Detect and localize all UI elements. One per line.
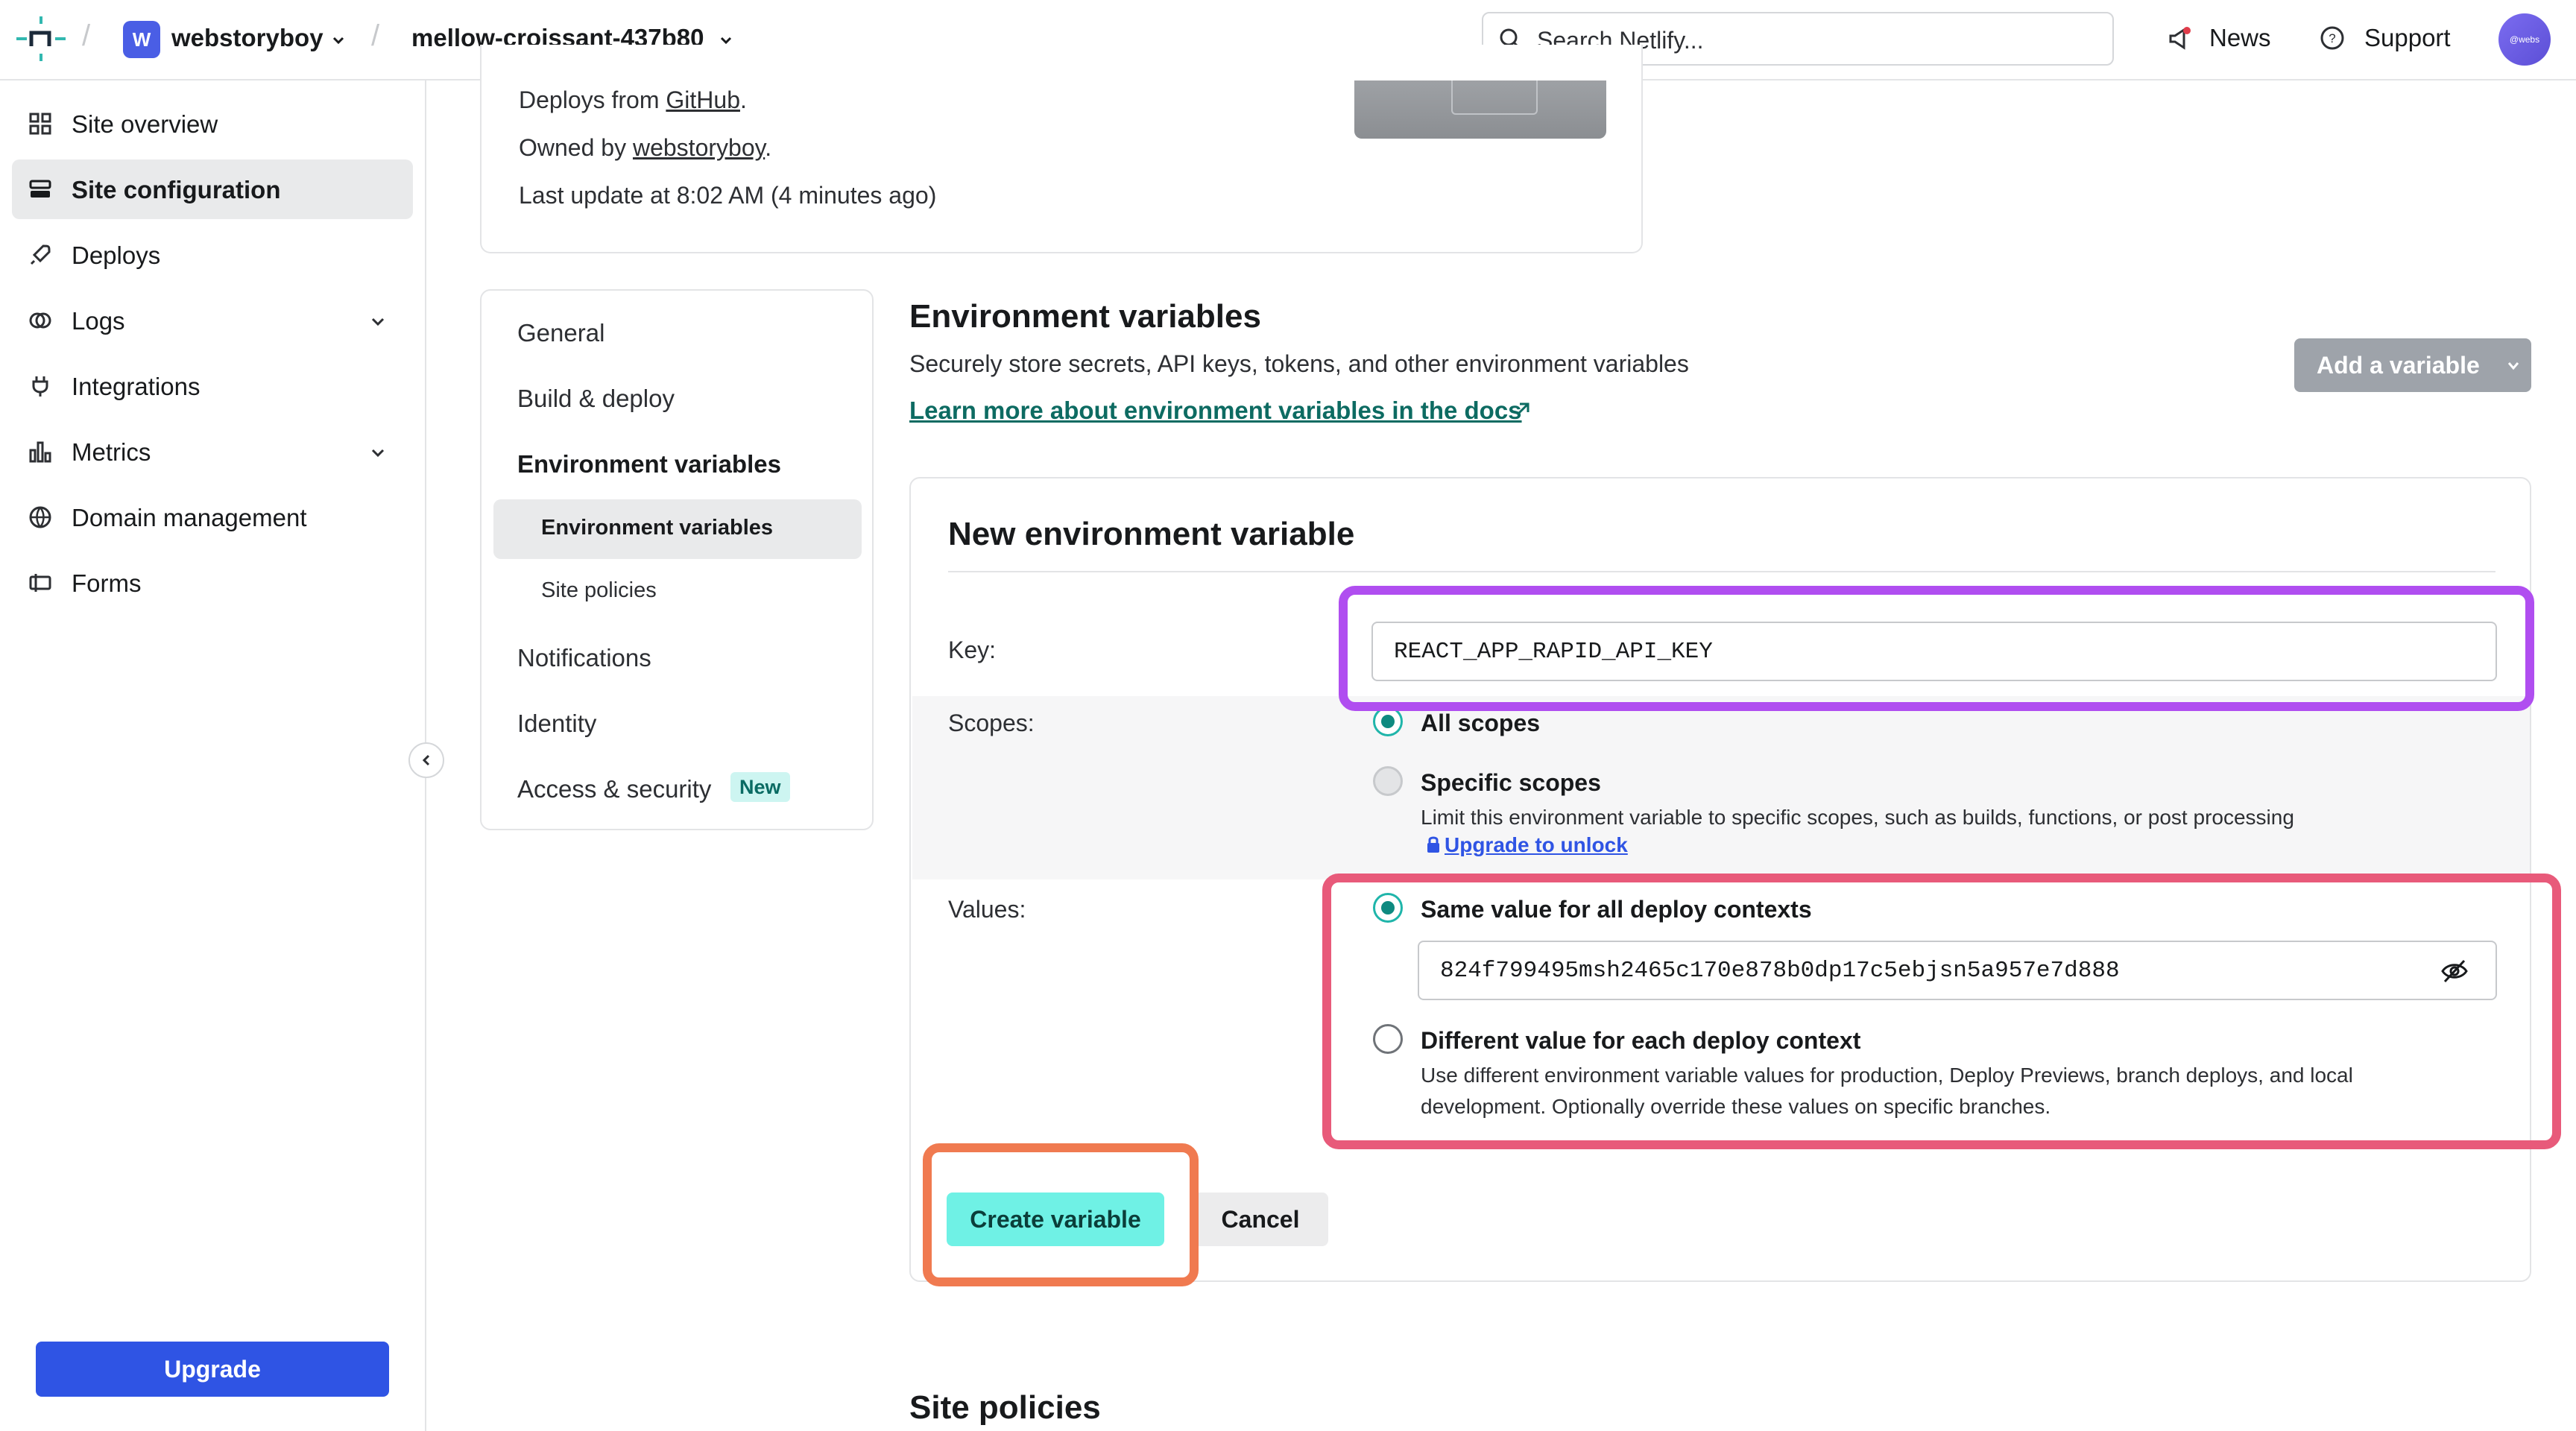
owned-by-text: Owned by webstoryboy. (519, 134, 772, 161)
last-update-text: Last update at 8:02 AM (4 minutes ago) (519, 182, 937, 209)
user-avatar[interactable]: @webs (2498, 13, 2551, 66)
logs-icon (29, 312, 51, 329)
sidebar-item-integrations[interactable]: Integrations (12, 356, 413, 416)
subnav-access-security[interactable]: Access & security (517, 775, 711, 803)
sidebar-item-metrics[interactable]: Metrics (12, 422, 413, 481)
sidebar-item-label: Integrations (72, 373, 201, 400)
different-value-description-2: development. Optionally override these v… (1421, 1095, 2051, 1118)
svg-text:?: ? (2329, 31, 2335, 45)
plug-icon (32, 376, 48, 397)
chevron-down-icon[interactable] (370, 444, 386, 461)
sidebar-item-site-overview[interactable]: Site overview (12, 94, 413, 154)
add-variable-label: Add a variable (2317, 351, 2480, 379)
sidebar-item-label: Site configuration (72, 176, 281, 203)
eye-off-icon[interactable] (2440, 958, 2469, 984)
subnav-general[interactable]: General (517, 319, 604, 347)
sidebar-item-label: Forms (72, 569, 142, 597)
grid-icon (29, 113, 51, 135)
same-value-label[interactable]: Same value for all deploy contexts (1421, 896, 1812, 923)
docs-link[interactable]: Learn more about environment variables i… (909, 397, 1522, 425)
divider (948, 571, 2496, 572)
rocket-icon (30, 244, 51, 265)
new-badge: New (730, 772, 790, 802)
site-info-card: Deploys from GitHub. Owned by webstorybo… (480, 45, 1643, 253)
subnav-notifications[interactable]: Notifications (517, 644, 651, 672)
sidebar-item-logs[interactable]: Logs (12, 291, 413, 350)
sidebar-item-label: Logs (72, 307, 125, 335)
subnav-environment-variables[interactable]: Environment variables (517, 450, 781, 478)
sidebar-item-domain-management[interactable]: Domain management (12, 487, 413, 547)
same-value-radio[interactable] (1373, 893, 1403, 923)
site-policies-title: Site policies (909, 1389, 1101, 1426)
subnav-sub-environment-variables[interactable]: Environment variables (541, 516, 773, 540)
chevron-down-icon[interactable] (370, 313, 386, 329)
add-variable-button[interactable]: Add a variable (2294, 338, 2531, 392)
scopes-band (912, 696, 2530, 879)
all-scopes-label[interactable]: All scopes (1421, 710, 1540, 737)
subnav-sub-site-policies[interactable]: Site policies (541, 578, 657, 603)
subnav-identity[interactable]: Identity (517, 710, 596, 738)
section-description: Securely store secrets, API keys, tokens… (909, 350, 1689, 377)
new-variable-form: New environment variable Key: REACT_APP_… (909, 477, 2531, 1282)
sidebar-item-label: Site overview (72, 110, 218, 138)
chevron-down-icon (2507, 362, 2519, 370)
breadcrumb-separator: / (371, 19, 380, 52)
sidebar-item-label: Domain management (72, 504, 307, 531)
upgrade-button[interactable]: Upgrade (36, 1342, 389, 1397)
key-label: Key: (948, 636, 997, 663)
owner-link[interactable]: webstoryboy (633, 134, 765, 161)
config-subnav: General Build & deploy Environment varia… (480, 289, 874, 830)
different-value-radio[interactable] (1373, 1024, 1403, 1054)
site-preview-thumbnail[interactable] (1354, 80, 1606, 139)
specific-scopes-description: Limit this environment variable to speci… (1421, 806, 2294, 829)
chevron-left-icon (422, 754, 430, 766)
upgrade-to-unlock-link[interactable]: Upgrade to unlock (1445, 833, 1628, 857)
team-avatar[interactable]: W (123, 21, 160, 58)
bar-chart-icon (29, 441, 51, 463)
different-value-label[interactable]: Different value for each deploy context (1421, 1027, 1860, 1055)
subnav-build-deploy[interactable]: Build & deploy (517, 385, 675, 413)
github-link[interactable]: GitHub (666, 86, 740, 113)
scopes-label: Scopes: (948, 710, 1035, 736)
team-name[interactable]: webstoryboy (171, 24, 323, 52)
sidebar-item-deploys[interactable]: Deploys (12, 225, 413, 285)
cancel-button[interactable]: Cancel (1193, 1192, 1328, 1246)
create-variable-button[interactable]: Create variable (947, 1192, 1164, 1246)
all-scopes-radio[interactable] (1373, 707, 1403, 736)
megaphone-icon[interactable] (2166, 25, 2193, 52)
help-icon[interactable]: ? (2320, 25, 2345, 51)
section-title: Environment variables (909, 298, 1261, 335)
value-input[interactable]: 824f799495msh2465c170e878b0dp17c5ebjsn5a… (1418, 941, 2497, 1000)
sidebar-item-label: Deploys (72, 241, 161, 269)
sidebar-item-label: Metrics (72, 438, 151, 466)
specific-scopes-radio[interactable] (1373, 766, 1403, 796)
collapse-sidebar-button[interactable] (408, 742, 444, 778)
specific-scopes-label[interactable]: Specific scopes (1421, 769, 1601, 797)
chevron-down-icon[interactable] (331, 33, 346, 48)
values-label: Values: (948, 896, 1026, 923)
news-link[interactable]: News (2209, 24, 2271, 52)
form-icon (29, 574, 51, 592)
lock-icon (1427, 836, 1439, 853)
sidebar-item-site-configuration[interactable]: Site configuration (12, 159, 413, 219)
key-input[interactable]: REACT_APP_RAPID_API_KEY (1371, 622, 2497, 681)
external-arrow-icon (1516, 402, 1530, 416)
globe-icon (29, 506, 51, 528)
sidebar-item-forms[interactable]: Forms (12, 553, 413, 613)
form-title: New environment variable (948, 516, 1355, 552)
support-link[interactable]: Support (2364, 24, 2451, 52)
netlify-logo-icon[interactable] (16, 16, 66, 61)
sidebar: Site overview Site configuration Deploys… (0, 80, 426, 1431)
deploys-from-text: Deploys from GitHub. (519, 86, 747, 113)
breadcrumb-separator: / (82, 19, 91, 52)
different-value-description-1: Use different environment variable value… (1421, 1064, 2353, 1087)
config-icon (29, 180, 51, 198)
